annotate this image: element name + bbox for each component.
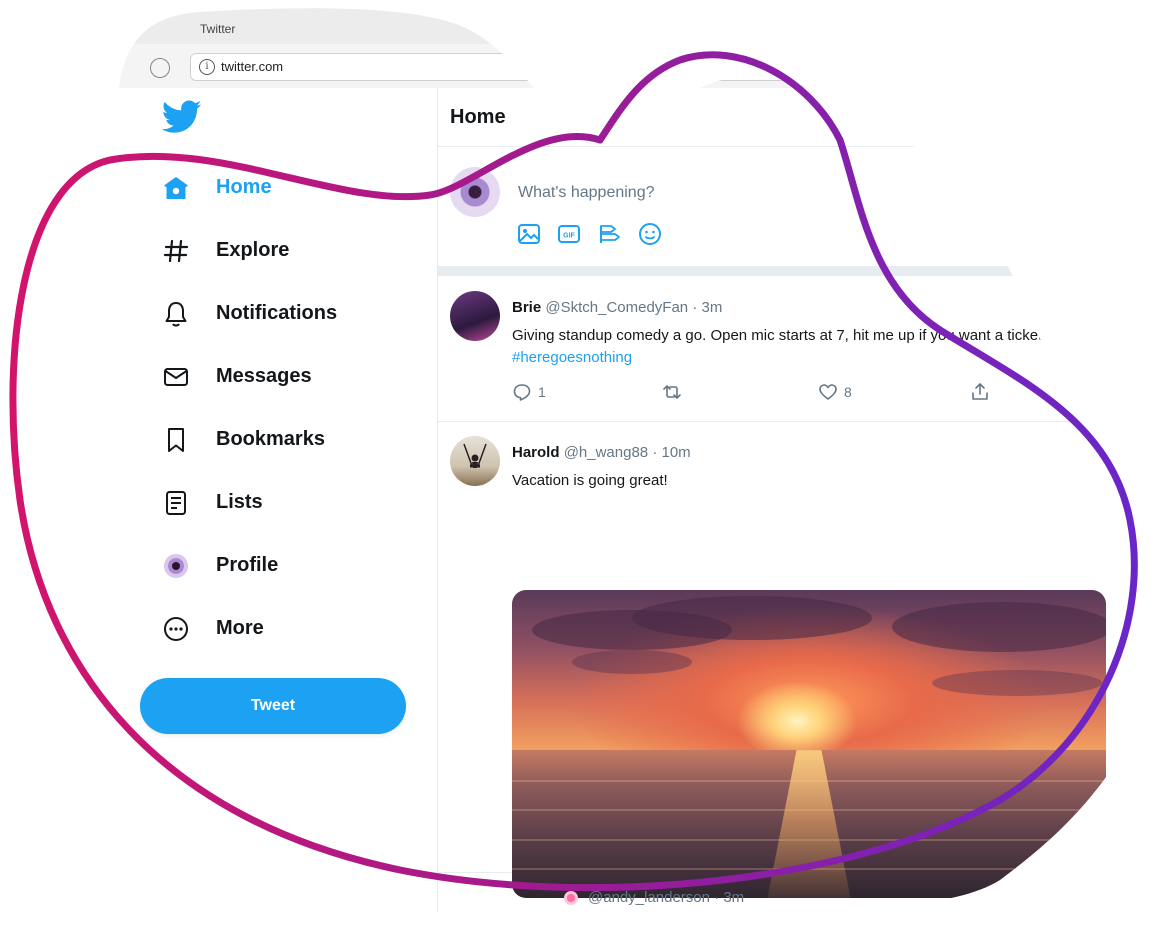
browser-tab-bar: Twitter [0,0,1155,44]
sidebar-item-profile[interactable]: Profile [160,546,420,586]
tweet-body: Giving standup comedy a go. Open mic sta… [512,327,1043,344]
sidebar-item-label: Bookmarks [216,428,325,450]
section-divider [438,266,1155,276]
timeline-header: Home [438,88,1155,147]
tweet-card[interactable]: Brie @Sktch_ComedyFan · 3m Giving standu… [438,277,1155,422]
tweet-actions: 3 5 14 [512,918,1072,940]
tweet-card[interactable]: @andy_landerson · 3m [438,873,1155,934]
share-icon [970,382,990,402]
cloud [892,602,1106,652]
sidebar-item-explore[interactable]: Explore [160,231,420,271]
sidebar-item-label: More [216,617,264,639]
retweet-count: 5 [688,921,696,937]
bell-icon [160,298,192,330]
tweet-header: Harold @h_wang88 · 10m [512,444,691,461]
header-separator: · [714,889,720,906]
sunset-photo[interactable] [512,590,1106,898]
url-text: twitter.com [221,59,284,74]
like-count: 8 [844,384,852,400]
browser-address-bar: i twitter.com [0,44,1155,89]
tweet-timestamp[interactable]: 10m [662,444,691,461]
share-icon [970,919,990,939]
composer-toolbar: GIF [516,221,673,247]
author-name[interactable]: Harold [512,444,560,461]
info-icon[interactable]: i [199,59,215,75]
sidebar-item-label: Notifications [216,302,338,324]
header-separator: · [692,299,698,316]
reply-icon [512,919,532,939]
hashtag-icon [160,235,192,267]
main-timeline: Home What's happening? GIF Brie @Sktch_C… [438,88,1155,912]
tweet-card[interactable]: Harold @h_wang88 · 10m Vacation is going… [438,422,1155,873]
sidebar-item-bookmarks[interactable]: Bookmarks [160,420,420,460]
author-handle[interactable]: @Sktch_ComedyFan [545,299,688,316]
heart-icon [818,382,838,402]
header-separator: · [652,444,658,461]
tweet-text: Vacation is going great! [512,472,668,489]
page-title: Home [450,106,506,128]
gif-icon[interactable]: GIF [556,221,582,247]
reply-count: 3 [538,921,546,937]
browser-tab-title[interactable]: Twitter [200,22,235,36]
tweet-composer: What's happening? GIF [438,147,1155,267]
avatar[interactable] [450,436,500,486]
author-name[interactable]: Brie [512,299,541,316]
profile-avatar-icon [160,550,192,582]
tweet-button[interactable]: Tweet [140,678,406,734]
emoji-icon[interactable] [637,221,663,247]
sidebar-item-notifications[interactable]: Notifications [160,294,420,334]
like-count: 14 [844,921,860,937]
avatar[interactable] [564,891,578,905]
envelope-icon [160,361,192,393]
sidebar-item-more[interactable]: More [160,609,420,649]
sidebar-item-label: Lists [216,491,263,513]
tweet-actions: 1 8 [512,381,1072,403]
tweet-timestamp[interactable]: 3m [702,299,723,316]
back-button[interactable] [150,58,170,78]
heart-icon [818,919,838,939]
twitter-browser-screenshot: Twitter i twitter.com Home Explore Notif… [0,0,1155,912]
sidebar: Home Explore Notifications Messages Book… [0,88,438,912]
cloud [572,650,692,674]
reply-count: 1 [538,384,546,400]
bookmark-icon [160,424,192,456]
author-handle[interactable]: @h_wang88 [564,444,648,461]
retweet-icon [662,382,682,402]
sidebar-item-home[interactable]: Home [160,168,420,208]
tweet-text: Giving standup comedy a go. Open mic sta… [512,325,1112,369]
twitter-logo-icon[interactable] [162,100,202,134]
reply-icon [512,382,532,402]
list-icon [160,487,192,519]
author-handle[interactable]: @andy_landerson [588,889,710,906]
retweet-icon [662,919,682,939]
avatar[interactable] [450,291,500,341]
image-icon[interactable] [516,221,542,247]
sidebar-item-label: Home [216,176,272,198]
cloud [632,596,872,640]
tweet-timestamp[interactable]: 3m [723,889,744,906]
photo-sky [512,590,1106,750]
url-input[interactable]: i twitter.com [190,53,1092,81]
swing-silhouette-icon [450,436,500,486]
avatar[interactable] [450,167,500,217]
poll-icon[interactable] [597,221,623,247]
sidebar-item-label: Messages [216,365,312,387]
cloud [932,670,1102,696]
sidebar-item-label: Explore [216,239,290,261]
more-circle-icon [160,613,192,645]
svg-text:GIF: GIF [564,233,576,240]
hashtag-link[interactable]: #heregoesnothing [512,349,632,366]
sidebar-item-lists[interactable]: Lists [160,483,420,523]
tweet-header: Brie @Sktch_ComedyFan · 3m [512,299,722,316]
sidebar-item-messages[interactable]: Messages [160,357,420,397]
sidebar-item-label: Profile [216,554,279,576]
compose-input[interactable]: What's happening? [518,184,654,202]
tweet-header: @andy_landerson · 3m [588,889,744,906]
home-icon [160,172,192,204]
